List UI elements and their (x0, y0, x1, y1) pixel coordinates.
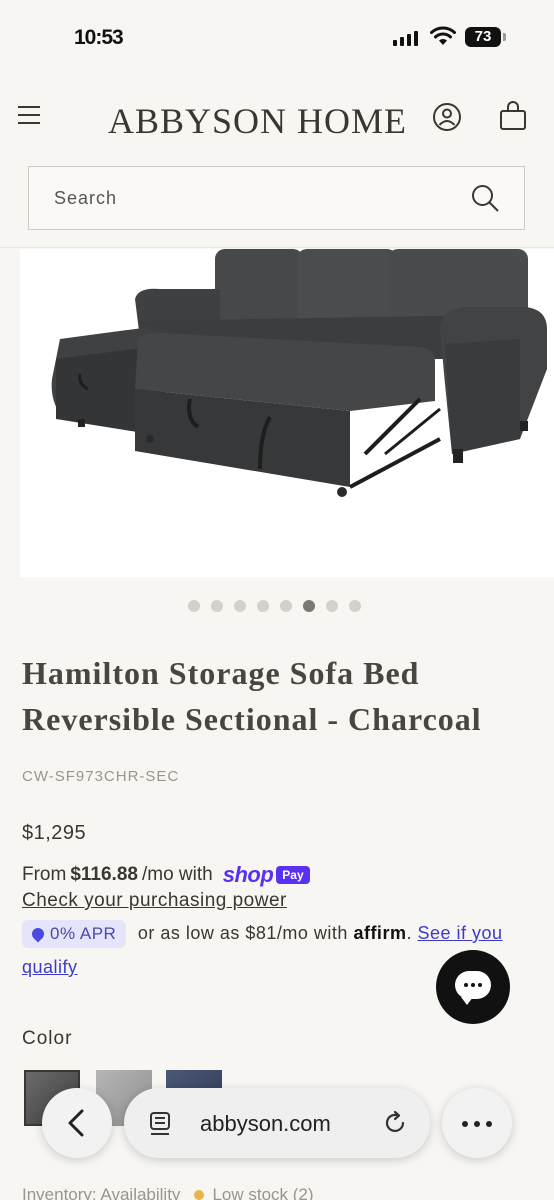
affirm-logo: affirm (353, 923, 407, 943)
product-sku: CW-SF973CHR-SEC (22, 768, 180, 785)
shopping-bag-icon[interactable] (498, 100, 528, 132)
search-placeholder: Search (54, 188, 118, 208)
gallery-dot-active[interactable] (303, 600, 315, 612)
shop-pay-logo: shop (222, 862, 274, 887)
cellular-signal-icon (393, 30, 418, 46)
status-bar: 10:53 73 (0, 0, 554, 72)
wifi-icon (430, 26, 456, 45)
search-icon[interactable] (470, 183, 500, 213)
site-logo[interactable]: ABBYSON HOME (108, 100, 407, 142)
browser-url[interactable]: abbyson.com (200, 1111, 331, 1137)
reload-icon[interactable] (382, 1110, 408, 1136)
product-price: $1,295 (22, 822, 87, 844)
stock-dot-icon (194, 1190, 205, 1200)
browser-more-button[interactable] (442, 1088, 512, 1158)
search-input[interactable]: Search (28, 166, 525, 230)
user-account-icon[interactable] (432, 102, 462, 132)
installment-prefix: From (22, 864, 67, 885)
gallery-dot[interactable] (211, 600, 223, 612)
gallery-pagination[interactable] (188, 600, 361, 612)
shop-pay-badge: Pay (276, 866, 310, 884)
browser-address-bar[interactable]: abbyson.com (124, 1088, 430, 1158)
sofa-image (51, 249, 548, 497)
check-purchasing-power-link[interactable]: Check your purchasing power (22, 890, 287, 912)
gallery-dot[interactable] (188, 600, 200, 612)
gallery-dot[interactable] (326, 600, 338, 612)
hamburger-menu-icon[interactable] (18, 106, 40, 124)
battery-icon: 73 (465, 27, 506, 47)
gallery-dot[interactable] (257, 600, 269, 612)
product-image[interactable] (20, 249, 554, 577)
browser-back-button[interactable] (42, 1088, 112, 1158)
site-header: ABBYSON HOME Search (0, 72, 554, 248)
apr-badge: 0% APR (22, 920, 127, 948)
installment-suffix: /mo with (141, 864, 213, 885)
tag-icon (29, 925, 47, 943)
gallery-dot[interactable] (349, 600, 361, 612)
installment-amount: $116.88 (70, 864, 138, 885)
chevron-left-icon (68, 1109, 84, 1137)
page-menu-icon[interactable] (148, 1111, 172, 1137)
shop-pay-installment: From $116.88 /mo with shop Pay (22, 862, 310, 888)
status-time: 10:53 (74, 26, 124, 49)
affirm-text: or as low as $81/mo with (137, 923, 348, 943)
gallery-dot[interactable] (280, 600, 292, 612)
chat-button[interactable] (436, 950, 510, 1024)
gallery-dot[interactable] (234, 600, 246, 612)
inventory-status: Inventory: Availability Low stock (2) (22, 1185, 314, 1200)
product-title: Hamilton Storage Sofa Bed Reversible Sec… (22, 655, 482, 737)
product-image-gallery[interactable] (0, 249, 554, 579)
chat-bubble-icon (455, 971, 491, 1005)
color-label: Color (22, 1028, 73, 1049)
